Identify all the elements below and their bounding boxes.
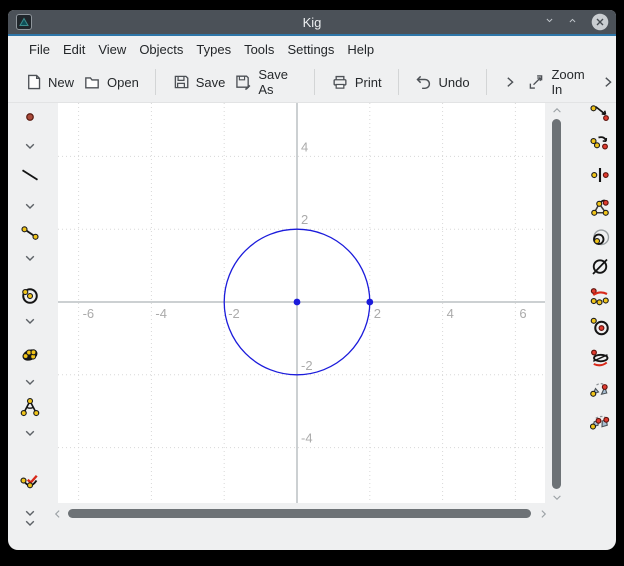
titlebar[interactable]: Kig xyxy=(8,10,616,34)
point-tool[interactable] xyxy=(20,107,40,127)
menu-tools[interactable]: Tools xyxy=(239,42,279,57)
menu-types[interactable]: Types xyxy=(191,42,236,57)
print-icon xyxy=(331,73,349,91)
y-axis-tick-label: -4 xyxy=(301,431,313,446)
angle-tools-expander[interactable] xyxy=(22,425,38,441)
chevron-right-icon xyxy=(600,74,616,90)
toolbar-button-label: Open xyxy=(107,75,139,90)
segment-tools-expander[interactable] xyxy=(22,250,38,266)
toolbar-separator xyxy=(155,69,156,95)
geometry-point[interactable] xyxy=(294,299,301,306)
toolbar-separator xyxy=(314,69,315,95)
line-tools-expander[interactable] xyxy=(22,198,38,214)
x-axis-tick-label: -4 xyxy=(155,306,167,321)
circle-inversion-tool[interactable] xyxy=(590,317,610,337)
toolbar-button-save[interactable]: Save xyxy=(172,73,226,91)
chevron-right-icon xyxy=(502,74,518,90)
new-document-icon xyxy=(24,73,42,91)
main-content: -6 -4 -2 2 4 6 -4 -2 2 4 xyxy=(8,102,616,550)
horizontal-scrollbar-thumb[interactable] xyxy=(68,509,531,518)
scroll-right-icon[interactable] xyxy=(537,508,549,520)
scroll-left-icon[interactable] xyxy=(52,508,64,520)
rotate-object-tool[interactable] xyxy=(590,197,610,217)
menu-settings[interactable]: Settings xyxy=(282,42,339,57)
toolbar-button-open[interactable]: Open xyxy=(83,73,139,91)
toolbar-overflow-chevron[interactable] xyxy=(600,74,616,90)
menubar: FileEditViewObjectsTypesToolsSettingsHel… xyxy=(8,36,616,62)
desktop-background: Kig FileEditViewObjectsTypesToolsSetting… xyxy=(0,0,624,566)
circle-tools-expander[interactable] xyxy=(22,313,38,329)
geometry-point[interactable] xyxy=(366,299,373,306)
y-axis-tick-label: 4 xyxy=(301,139,308,154)
conic-tool[interactable] xyxy=(20,345,40,365)
x-axis-tick-label: -6 xyxy=(83,306,95,321)
toolbar-button-print[interactable]: Print xyxy=(331,73,382,91)
x-axis-tick-label: 4 xyxy=(447,306,454,321)
save-as-icon xyxy=(234,73,252,91)
x-axis-tick-label: -2 xyxy=(228,306,240,321)
projectivity-tool[interactable] xyxy=(590,410,610,430)
kig-app-icon xyxy=(16,14,32,30)
angle-tool[interactable] xyxy=(20,397,40,417)
vertical-scrollbar[interactable] xyxy=(548,103,566,503)
circle-tool[interactable] xyxy=(20,286,40,306)
arc-tool[interactable] xyxy=(20,473,40,493)
scroll-down-icon[interactable] xyxy=(551,491,563,503)
scale-tool[interactable] xyxy=(590,228,610,248)
zoom-in-icon xyxy=(527,73,545,91)
undo-icon xyxy=(414,73,432,91)
menu-edit[interactable]: Edit xyxy=(58,42,90,57)
toolbar-overflow-chevron[interactable] xyxy=(502,74,518,90)
line-tool[interactable] xyxy=(20,165,40,185)
menu-view[interactable]: View xyxy=(93,42,131,57)
kig-canvas[interactable]: -6 -4 -2 2 4 6 -4 -2 2 4 xyxy=(58,103,545,503)
maximize-button[interactable] xyxy=(568,16,580,28)
toolbar-button-label: Zoom In xyxy=(551,67,591,97)
toolbar-button-label: Save xyxy=(196,75,226,90)
open-folder-icon xyxy=(83,73,101,91)
toolbar-button-new[interactable]: New xyxy=(24,73,74,91)
toolbar-separator xyxy=(486,69,487,95)
similitude-tool[interactable] xyxy=(590,378,610,398)
affinity-tool[interactable] xyxy=(590,348,610,368)
translate-tool[interactable] xyxy=(590,102,610,122)
left-toolbar-expander-chevron[interactable] xyxy=(22,515,38,531)
toolbar-button-label: New xyxy=(48,75,74,90)
construction-toolbar xyxy=(8,102,52,550)
toolbar-separator xyxy=(398,69,399,95)
menu-file[interactable]: File xyxy=(24,42,55,57)
inversion-tool[interactable] xyxy=(590,257,610,277)
point-tools-expander[interactable] xyxy=(22,138,38,154)
toolbar-button-label: Undo xyxy=(438,75,469,90)
toolbar-button-undo[interactable]: Undo xyxy=(414,73,469,91)
horizontal-scrollbar[interactable] xyxy=(50,507,550,521)
menu-help[interactable]: Help xyxy=(342,42,379,57)
vertical-scrollbar-thumb[interactable] xyxy=(552,119,561,489)
segment-tool[interactable] xyxy=(20,223,40,243)
conic-tools-expander[interactable] xyxy=(22,374,38,390)
menu-objects[interactable]: Objects xyxy=(134,42,188,57)
x-axis-tick-label: 2 xyxy=(374,306,381,321)
y-axis-tick-label: -2 xyxy=(301,358,313,373)
main-toolbar: New Open Save Save As Print Undo Zoom In xyxy=(8,62,616,103)
kig-window: Kig FileEditViewObjectsTypesToolsSetting… xyxy=(8,10,616,550)
close-button[interactable] xyxy=(591,13,609,31)
point-reflection-tool[interactable] xyxy=(590,165,610,185)
window-controls xyxy=(545,10,609,34)
y-axis-tick-label: 2 xyxy=(301,212,308,227)
toolbar-button-label: Print xyxy=(355,75,382,90)
rotate-tool[interactable] xyxy=(590,133,610,153)
minimize-button[interactable] xyxy=(545,16,557,28)
toolbar-button-zoom-in[interactable]: Zoom In xyxy=(527,67,591,97)
toolbar-button-label: Save As xyxy=(258,67,298,97)
toolbar-button-save-as[interactable]: Save As xyxy=(234,67,298,97)
scroll-up-icon[interactable] xyxy=(551,105,563,117)
save-icon xyxy=(172,73,190,91)
transformation-toolbar xyxy=(585,102,615,550)
x-axis-tick-label: 6 xyxy=(519,306,526,321)
harmonic-homology-tool[interactable] xyxy=(590,287,610,307)
window-title: Kig xyxy=(8,15,616,30)
